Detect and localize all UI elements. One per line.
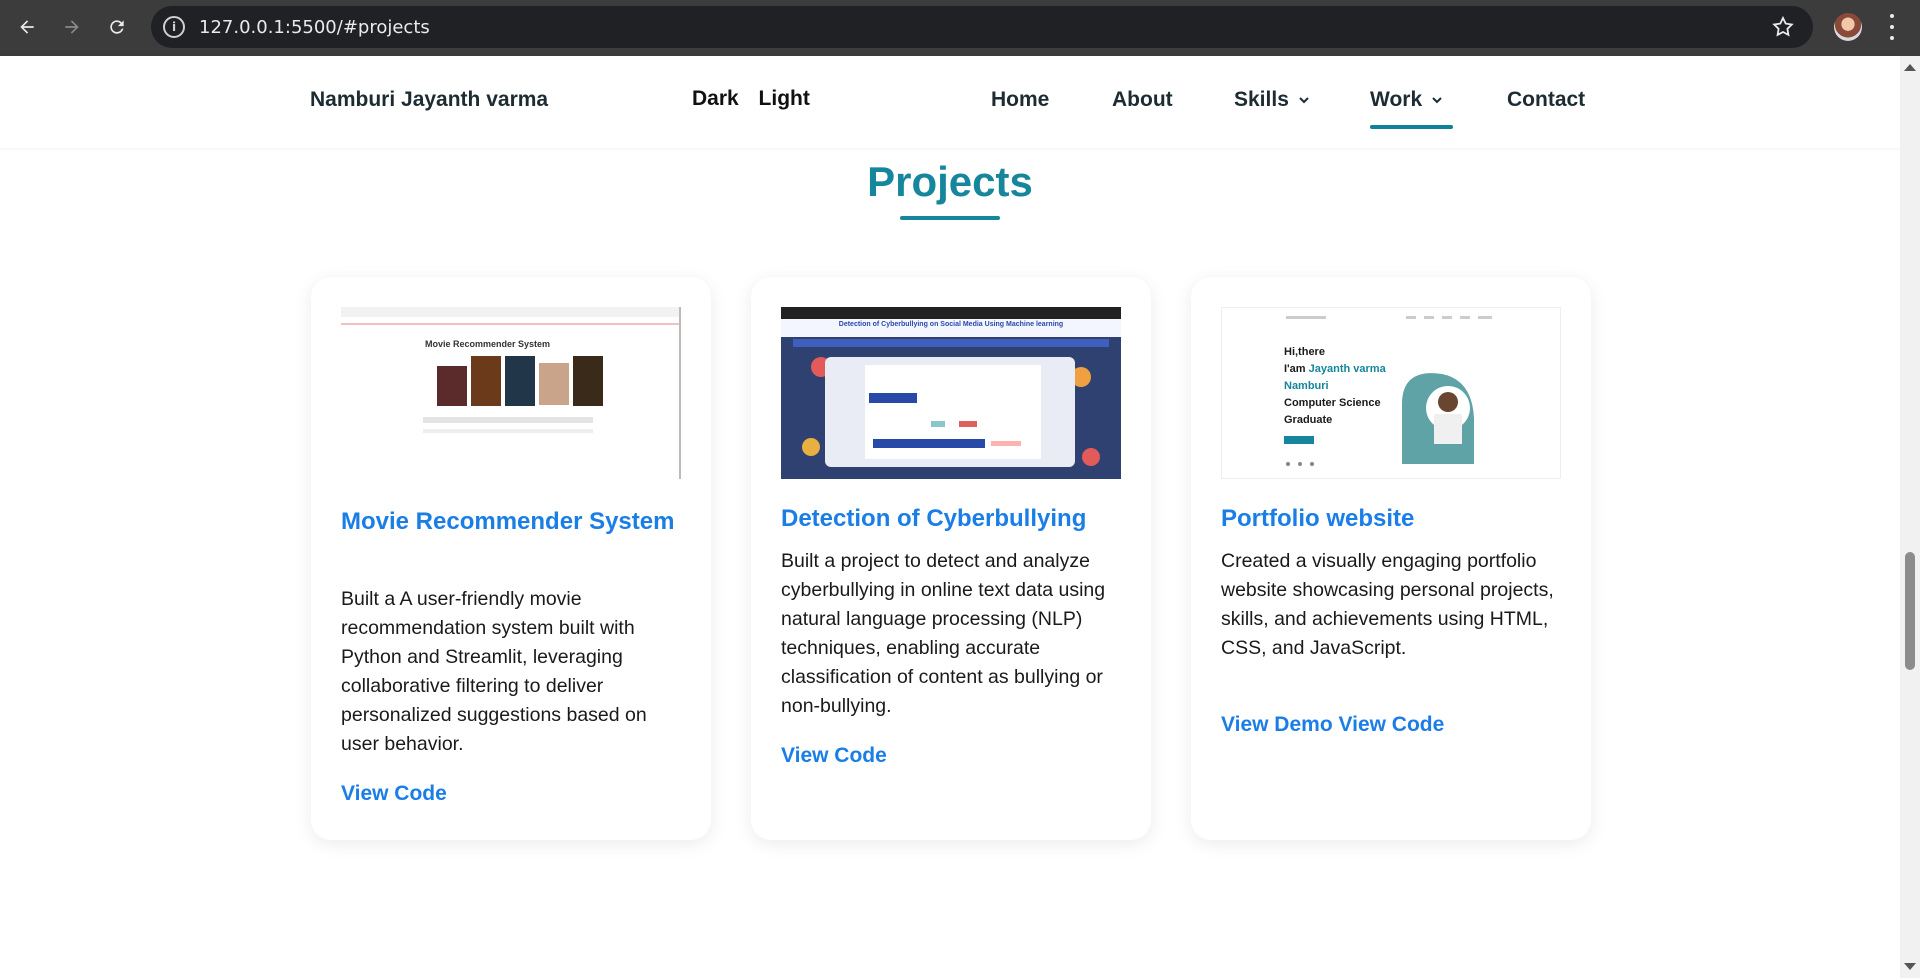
project-links: View Code xyxy=(341,782,447,806)
project-thumbnail: Detection of Cyberbullying on Social Med… xyxy=(781,307,1121,479)
nav-home[interactable]: Home xyxy=(991,88,1049,112)
thumbnail-intro: I'am Jayanth varma Namburi xyxy=(1284,361,1404,395)
browser-menu-icon[interactable] xyxy=(1888,14,1896,40)
project-thumbnail: Hi,there I'am Jayanth varma Namburi Comp… xyxy=(1221,307,1561,479)
project-card: Detection of Cyberbullying on Social Med… xyxy=(751,277,1151,840)
site-logo[interactable]: Namburi Jayanth varma xyxy=(310,88,548,112)
project-links: View Demo View Code xyxy=(1221,713,1444,737)
chevron-down-icon xyxy=(1432,97,1442,104)
view-code-link[interactable]: View Code xyxy=(341,782,447,805)
project-title: Movie Recommender System xyxy=(341,508,675,535)
url-text: 127.0.0.1:5500/#projects xyxy=(199,16,430,38)
scroll-down-arrow-icon[interactable] xyxy=(1904,963,1916,970)
project-description: Built a A user-friendly movie recommenda… xyxy=(341,588,647,755)
reload-icon[interactable] xyxy=(102,12,132,42)
scroll-up-arrow-icon[interactable] xyxy=(1904,64,1916,71)
nav-skills[interactable]: Skills xyxy=(1234,88,1310,112)
theme-light-button[interactable]: Light xyxy=(759,87,810,110)
site-info-icon[interactable]: i xyxy=(163,16,185,38)
site-header: Namburi Jayanth varma Dark Light Home Ab… xyxy=(0,56,1900,148)
project-card: Hi,there I'am Jayanth varma Namburi Comp… xyxy=(1191,277,1591,840)
address-bar[interactable]: i 127.0.0.1:5500/#projects xyxy=(151,6,1813,48)
nav-skills-label: Skills xyxy=(1234,88,1289,111)
project-card: Movie Recommender System Movie Recommend… xyxy=(311,277,711,840)
theme-toggle: Dark Light xyxy=(692,87,810,111)
theme-dark-button[interactable]: Dark xyxy=(692,87,739,110)
profile-avatar[interactable] xyxy=(1834,13,1862,41)
back-arrow-icon[interactable] xyxy=(12,12,42,42)
project-title: Detection of Cyberbullying xyxy=(781,505,1087,532)
nav-about-label: About xyxy=(1112,88,1173,111)
bookmark-star-icon[interactable] xyxy=(1771,15,1795,39)
scrollbar-thumb[interactable] xyxy=(1905,552,1915,670)
forward-arrow-icon[interactable] xyxy=(57,12,87,42)
view-demo-link[interactable]: View Demo xyxy=(1221,713,1333,736)
thumbnail-hero-text: Hi,there I'am Jayanth varma Namburi Comp… xyxy=(1284,344,1404,429)
thumbnail-intro-prefix: I'am xyxy=(1284,363,1306,375)
view-code-link[interactable]: View Code xyxy=(1339,713,1445,736)
thumbnail-greeting: Hi,there xyxy=(1284,346,1325,358)
nav-work[interactable]: Work xyxy=(1370,88,1454,129)
thumbnail-heading: Detection of Cyberbullying on Social Med… xyxy=(838,321,1064,328)
section-title: Projects xyxy=(867,158,1033,205)
view-code-link[interactable]: View Code xyxy=(781,744,887,767)
project-links: View Code xyxy=(781,744,887,768)
browser-toolbar: i 127.0.0.1:5500/#projects xyxy=(0,0,1920,56)
title-underline xyxy=(900,216,1000,220)
nav-contact-label: Contact xyxy=(1507,88,1586,111)
nav-home-label: Home xyxy=(991,88,1050,111)
nav-work-label: Work xyxy=(1370,88,1423,111)
nav-contact[interactable]: Contact xyxy=(1507,88,1585,112)
page-scrollbar[interactable] xyxy=(1900,56,1920,978)
project-title: Portfolio website xyxy=(1221,505,1415,532)
project-thumbnail: Movie Recommender System xyxy=(341,307,681,479)
thumbnail-heading: Movie Recommender System xyxy=(425,339,551,349)
chevron-down-icon xyxy=(1299,97,1309,104)
project-description: Built a project to detect and analyze cy… xyxy=(781,550,1106,717)
nav-about[interactable]: About xyxy=(1112,88,1173,112)
thumbnail-role: Computer Science Graduate xyxy=(1284,397,1381,426)
project-description: Created a visually engaging portfolio we… xyxy=(1221,550,1554,659)
